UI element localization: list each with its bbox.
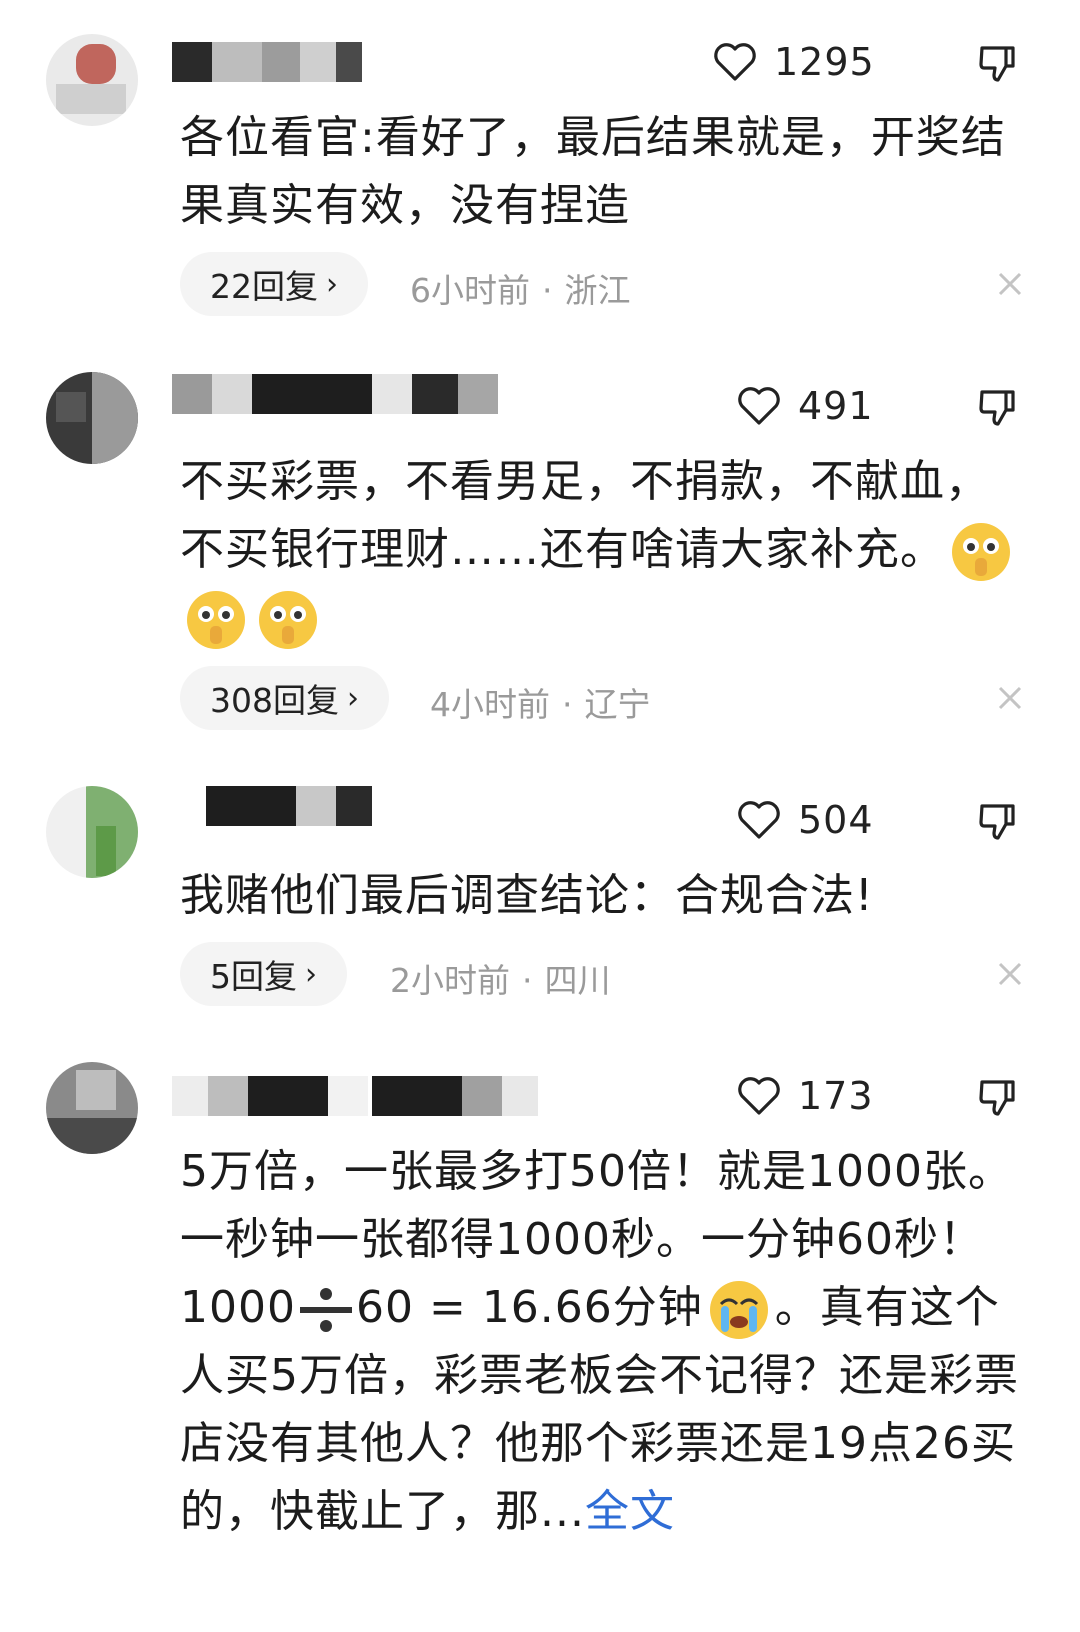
replies-button[interactable]: 308回复 › — [180, 666, 389, 730]
location: 辽宁 — [584, 685, 651, 724]
like-button[interactable]: 504 — [736, 798, 874, 842]
division-sign-icon — [299, 1288, 352, 1332]
location: 四川 — [544, 961, 611, 1000]
like-button[interactable]: 491 — [736, 384, 874, 428]
shy-face-emoji-icon — [952, 523, 1010, 581]
replies-button[interactable]: 5回复 › — [180, 942, 347, 1006]
chevron-right-icon: › — [326, 266, 338, 302]
close-x-icon[interactable] — [996, 684, 1024, 712]
shy-face-emoji-icon — [187, 591, 245, 649]
avatar[interactable] — [46, 34, 138, 126]
heart-outline-icon — [738, 1077, 780, 1115]
avatar[interactable] — [46, 786, 138, 878]
username-blurred[interactable] — [172, 374, 502, 418]
comment-text-body: 不买彩票，不看男足，不捐款，不献血，不买银行理财……还有啥请大家补充。 — [180, 456, 990, 575]
comment-text: 我赌他们最后调查结论：合规合法! — [180, 870, 874, 921]
comment-text: 5万倍，一张最多打50倍！就是1000张。一秒钟一张都得1000秒。一分钟60秒… — [180, 1138, 1030, 1546]
username-blurred[interactable] — [172, 1076, 552, 1120]
separator: · — [522, 961, 533, 1000]
heart-outline-icon — [714, 43, 756, 81]
comment-text: 各位看官:看好了，最后结果就是，开奖结果真实有效，没有捏造 — [180, 112, 1006, 231]
heart-outline-icon — [738, 801, 780, 839]
separator: · — [562, 685, 573, 724]
timestamp: 2小时前 — [390, 961, 510, 1000]
comment-text: 不买彩票，不看男足，不捐款，不献血，不买银行理财……还有啥请大家补充。 — [180, 448, 1030, 652]
like-count: 1295 — [774, 40, 875, 84]
replies-count: 308回复 — [210, 681, 339, 720]
avatar[interactable] — [46, 1062, 138, 1154]
comment-text-part2: 60 = 16.66分钟 — [355, 1282, 703, 1333]
location: 浙江 — [564, 271, 631, 310]
replies-count: 5回复 — [210, 957, 297, 996]
username-blurred[interactable] — [172, 786, 372, 830]
crying-face-emoji-icon — [709, 1281, 768, 1339]
thumbs-down-icon[interactable] — [976, 386, 1018, 428]
username-blurred[interactable] — [172, 42, 532, 86]
timestamp: 4小时前 — [430, 685, 550, 724]
heart-outline-icon — [738, 387, 780, 425]
comment-meta: 6小时前 · 浙江 — [410, 264, 631, 312]
chevron-right-icon: › — [305, 956, 317, 992]
timestamp: 6小时前 — [410, 271, 530, 310]
comment-meta: 2小时前 · 四川 — [390, 954, 611, 1002]
like-button[interactable]: 1295 — [712, 40, 875, 84]
replies-count: 22回复 — [210, 267, 318, 306]
like-count: 504 — [798, 798, 874, 842]
thumbs-down-icon[interactable] — [976, 1076, 1018, 1118]
close-x-icon[interactable] — [996, 960, 1024, 988]
comment-meta: 4小时前 · 辽宁 — [430, 678, 651, 726]
separator: · — [542, 271, 553, 310]
replies-button[interactable]: 22回复 › — [180, 252, 368, 316]
shy-face-emoji-icon — [259, 591, 317, 649]
like-button[interactable]: 173 — [736, 1074, 874, 1118]
avatar[interactable] — [46, 372, 138, 464]
full-text-link[interactable]: 全文 — [585, 1486, 675, 1537]
like-count: 491 — [798, 384, 874, 428]
thumbs-down-icon[interactable] — [976, 42, 1018, 84]
like-count: 173 — [798, 1074, 874, 1118]
thumbs-down-icon[interactable] — [976, 800, 1018, 842]
chevron-right-icon: › — [347, 680, 359, 716]
close-x-icon[interactable] — [996, 270, 1024, 298]
